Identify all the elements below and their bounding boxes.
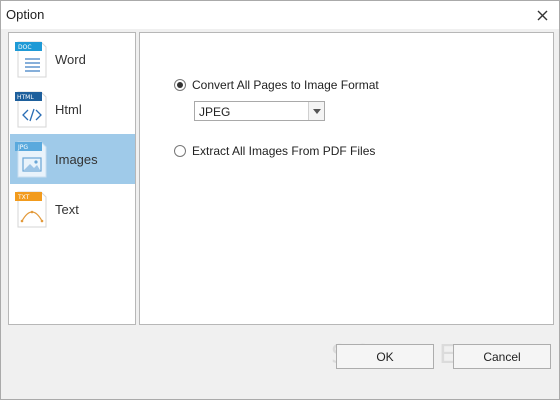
- sidebar-item-word[interactable]: DOC Word: [10, 34, 135, 84]
- convert-pages-option[interactable]: Convert All Pages to Image Format: [174, 78, 379, 92]
- html-document-icon: HTML: [15, 91, 47, 128]
- sidebar-item-text[interactable]: TXT Text: [10, 184, 135, 234]
- text-document-icon: TXT: [15, 191, 47, 228]
- extract-images-radio[interactable]: [174, 145, 186, 157]
- image-format-value: JPEG: [199, 105, 231, 119]
- sidebar-item-label: Images: [55, 152, 98, 167]
- image-document-icon: JPG: [15, 141, 47, 178]
- close-button[interactable]: [531, 5, 553, 25]
- word-badge: DOC: [18, 44, 32, 51]
- window-title: Option: [6, 7, 45, 22]
- convert-pages-label: Convert All Pages to Image Format: [192, 78, 379, 92]
- jpg-badge: JPG: [17, 144, 28, 151]
- txt-badge: TXT: [17, 194, 30, 201]
- extract-images-label: Extract All Images From PDF Files: [192, 144, 376, 158]
- ok-button[interactable]: OK: [336, 344, 434, 369]
- sidebar-item-images[interactable]: JPG Images: [10, 134, 135, 184]
- cancel-button[interactable]: Cancel: [453, 344, 551, 369]
- sidebar-item-label: Text: [55, 202, 79, 217]
- html-badge: HTML: [17, 94, 34, 101]
- extract-images-option[interactable]: Extract All Images From PDF Files: [174, 144, 375, 158]
- sidebar-item-label: Word: [55, 52, 86, 67]
- sidebar-item-html[interactable]: HTML Html: [10, 84, 135, 134]
- title-bar: Option: [1, 1, 559, 29]
- close-icon: [537, 10, 547, 20]
- convert-pages-radio[interactable]: [174, 79, 186, 91]
- format-sidebar: DOC Word HTML Html JPG Images TXT Text: [8, 32, 136, 325]
- option-dialog: Option DOC Word HTML Html JPG Images TXT…: [0, 0, 560, 400]
- chevron-down-icon: [312, 108, 321, 114]
- options-panel: Convert All Pages to Image Format JPEG E…: [139, 32, 554, 325]
- word-document-icon: DOC: [15, 41, 47, 78]
- dropdown-arrow[interactable]: [308, 102, 324, 120]
- image-format-select[interactable]: JPEG: [194, 101, 325, 121]
- sidebar-item-label: Html: [55, 102, 82, 117]
